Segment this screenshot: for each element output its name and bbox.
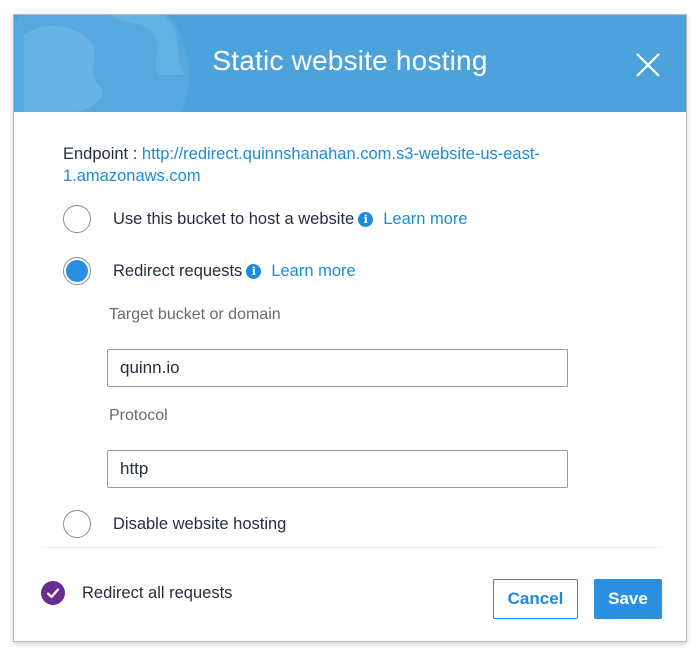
redirect-all-summary: Redirect all requests (41, 581, 232, 605)
endpoint-text: Endpoint : http://redirect.quinnshanahan… (63, 143, 623, 187)
radio-redirect-requests[interactable] (63, 257, 91, 285)
option-disable-hosting-label: Disable website hosting (113, 514, 287, 533)
footer-divider (41, 547, 663, 548)
learn-more-link[interactable]: Learn more (271, 262, 355, 281)
endpoint-label: Endpoint : (63, 145, 142, 163)
checkmark-icon (41, 581, 65, 605)
option-disable-hosting[interactable]: Disable website hosting (63, 508, 286, 540)
info-icon[interactable]: i (246, 263, 262, 279)
dialog-title: Static website hosting (212, 45, 488, 76)
target-bucket-input[interactable] (107, 349, 568, 387)
dialog-header: Static website hosting (14, 15, 686, 112)
option-redirect-requests-label: Redirect requests (113, 261, 243, 280)
cancel-button[interactable]: Cancel (493, 579, 578, 619)
radio-disable-hosting[interactable] (63, 510, 91, 538)
radio-selected-dot (66, 260, 88, 282)
learn-more-link[interactable]: Learn more (383, 210, 467, 229)
option-host-website[interactable]: Use this bucket to host a website i Lear… (63, 203, 468, 235)
save-button[interactable]: Save (594, 579, 662, 619)
protocol-label: Protocol (109, 407, 168, 424)
info-icon[interactable]: i (358, 211, 374, 227)
target-bucket-label: Target bucket or domain (109, 306, 281, 323)
static-website-hosting-dialog: Static website hosting Endpoint : http:/… (13, 14, 687, 642)
protocol-input[interactable] (107, 450, 568, 488)
option-host-website-label: Use this bucket to host a website (113, 209, 355, 228)
close-icon[interactable] (634, 51, 662, 79)
option-redirect-requests[interactable]: Redirect requests i Learn more (63, 255, 356, 287)
radio-host-website[interactable] (63, 205, 91, 233)
redirect-all-label: Redirect all requests (82, 583, 233, 602)
